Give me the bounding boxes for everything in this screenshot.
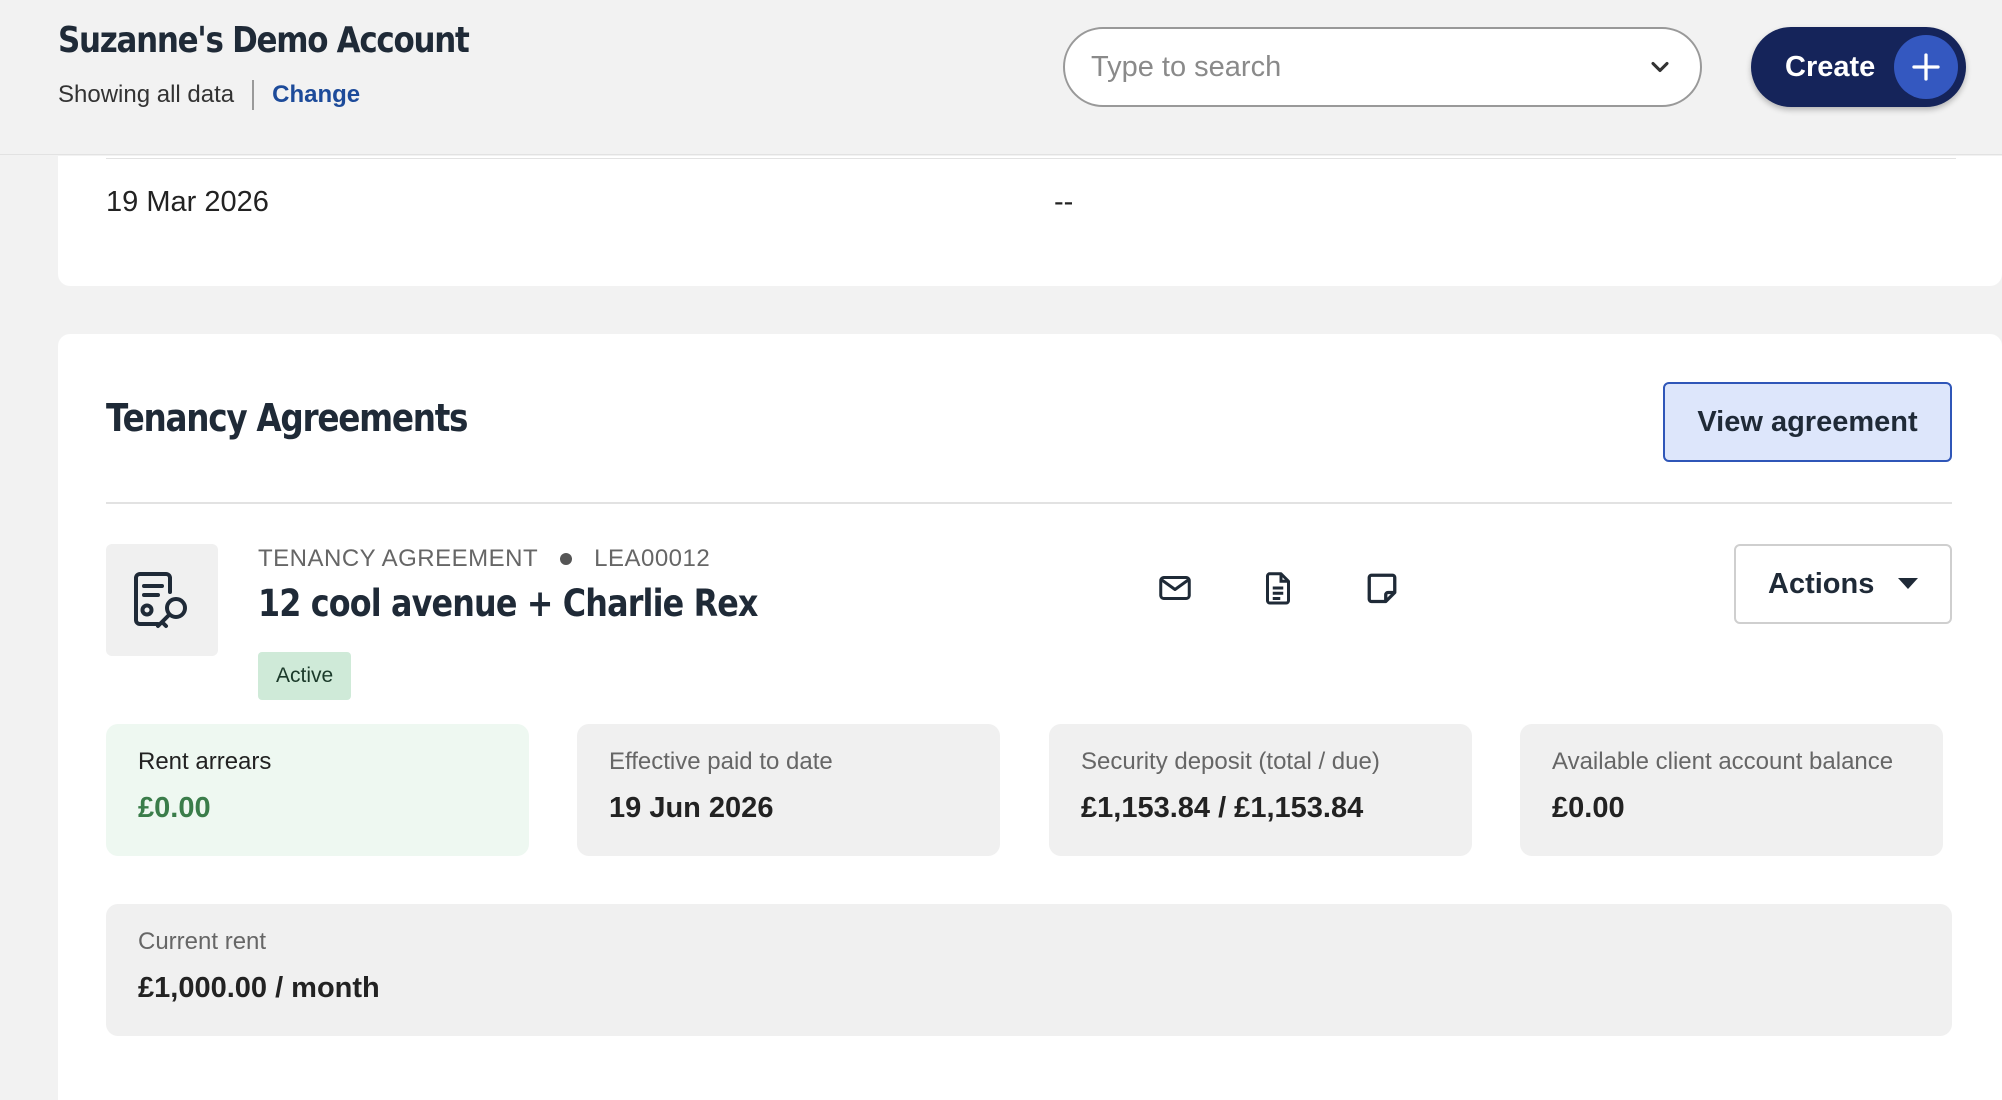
plus-icon	[1894, 35, 1958, 99]
scope-text: Showing all data	[58, 81, 235, 108]
create-button-label: Create	[1785, 50, 1876, 83]
field-divider	[1054, 158, 1956, 159]
current-rent-label: Current rent	[138, 928, 267, 955]
details-card: 19 Mar 2026 --	[58, 156, 2002, 286]
tenancy-agreements-card: Tenancy Agreements View agreement TENANC…	[58, 334, 2002, 1100]
top-header: Suzanne's Demo Account Showing all data …	[0, 0, 2002, 155]
stat-label: Available client account balance	[1552, 748, 1894, 775]
stat-value: 19 Jun 2026	[609, 792, 774, 824]
actions-dropdown-button[interactable]: Actions	[1734, 544, 1952, 624]
agreement-type: TENANCY AGREEMENT	[258, 545, 539, 572]
stat-value: £1,153.84 / £1,153.84	[1081, 792, 1364, 824]
view-agreement-button[interactable]: View agreement	[1663, 382, 1952, 462]
caret-down-icon	[1898, 578, 1918, 589]
stat-label: Security deposit (total / due)	[1081, 748, 1380, 775]
field-value-date: 19 Mar 2026	[106, 186, 269, 218]
current-rent-panel: Current rent £1,000.00 / month	[106, 904, 1952, 1036]
account-title: Suzanne's Demo Account	[58, 20, 470, 61]
stat-security-deposit: Security deposit (total / due) £1,153.84…	[1049, 724, 1472, 856]
stat-label: Effective paid to date	[609, 748, 833, 775]
mail-icon[interactable]	[1147, 560, 1203, 616]
account-scope: Showing all data Change	[58, 80, 360, 110]
stat-client-account-balance: Available client account balance £0.00	[1520, 724, 1943, 856]
divider	[252, 80, 255, 110]
section-title: Tenancy Agreements	[106, 396, 469, 440]
stat-value: £0.00	[1552, 792, 1625, 824]
actions-label: Actions	[1768, 567, 1875, 600]
section-divider	[106, 502, 1952, 504]
agreement-reference: LEA00012	[594, 545, 711, 572]
agreement-name[interactable]: 12 cool avenue + Charlie Rex	[258, 582, 758, 625]
document-icon[interactable]	[1250, 560, 1306, 616]
field-value-empty: --	[1054, 186, 1074, 218]
field-divider	[106, 158, 1064, 159]
note-icon[interactable]	[1354, 560, 1410, 616]
chevron-down-icon[interactable]	[1646, 53, 1674, 81]
stat-label: Rent arrears	[138, 748, 272, 775]
separator-dot	[560, 553, 573, 565]
agreement-key-icon	[106, 544, 218, 656]
agreement-meta: TENANCY AGREEMENT LEA00012	[258, 545, 710, 573]
status-badge: Active	[258, 652, 352, 700]
search-input[interactable]	[1091, 50, 1646, 84]
stat-rent-arrears: Rent arrears £0.00	[106, 724, 529, 856]
change-link[interactable]: Change	[272, 81, 360, 109]
create-button[interactable]: Create	[1751, 27, 1966, 107]
stat-effective-paid-to-date: Effective paid to date 19 Jun 2026	[577, 724, 1000, 856]
stat-value: £0.00	[138, 792, 211, 824]
search-box[interactable]	[1063, 27, 1702, 107]
page: Suzanne's Demo Account Showing all data …	[0, 0, 2002, 1100]
current-rent-value: £1,000.00 / month	[138, 972, 380, 1004]
